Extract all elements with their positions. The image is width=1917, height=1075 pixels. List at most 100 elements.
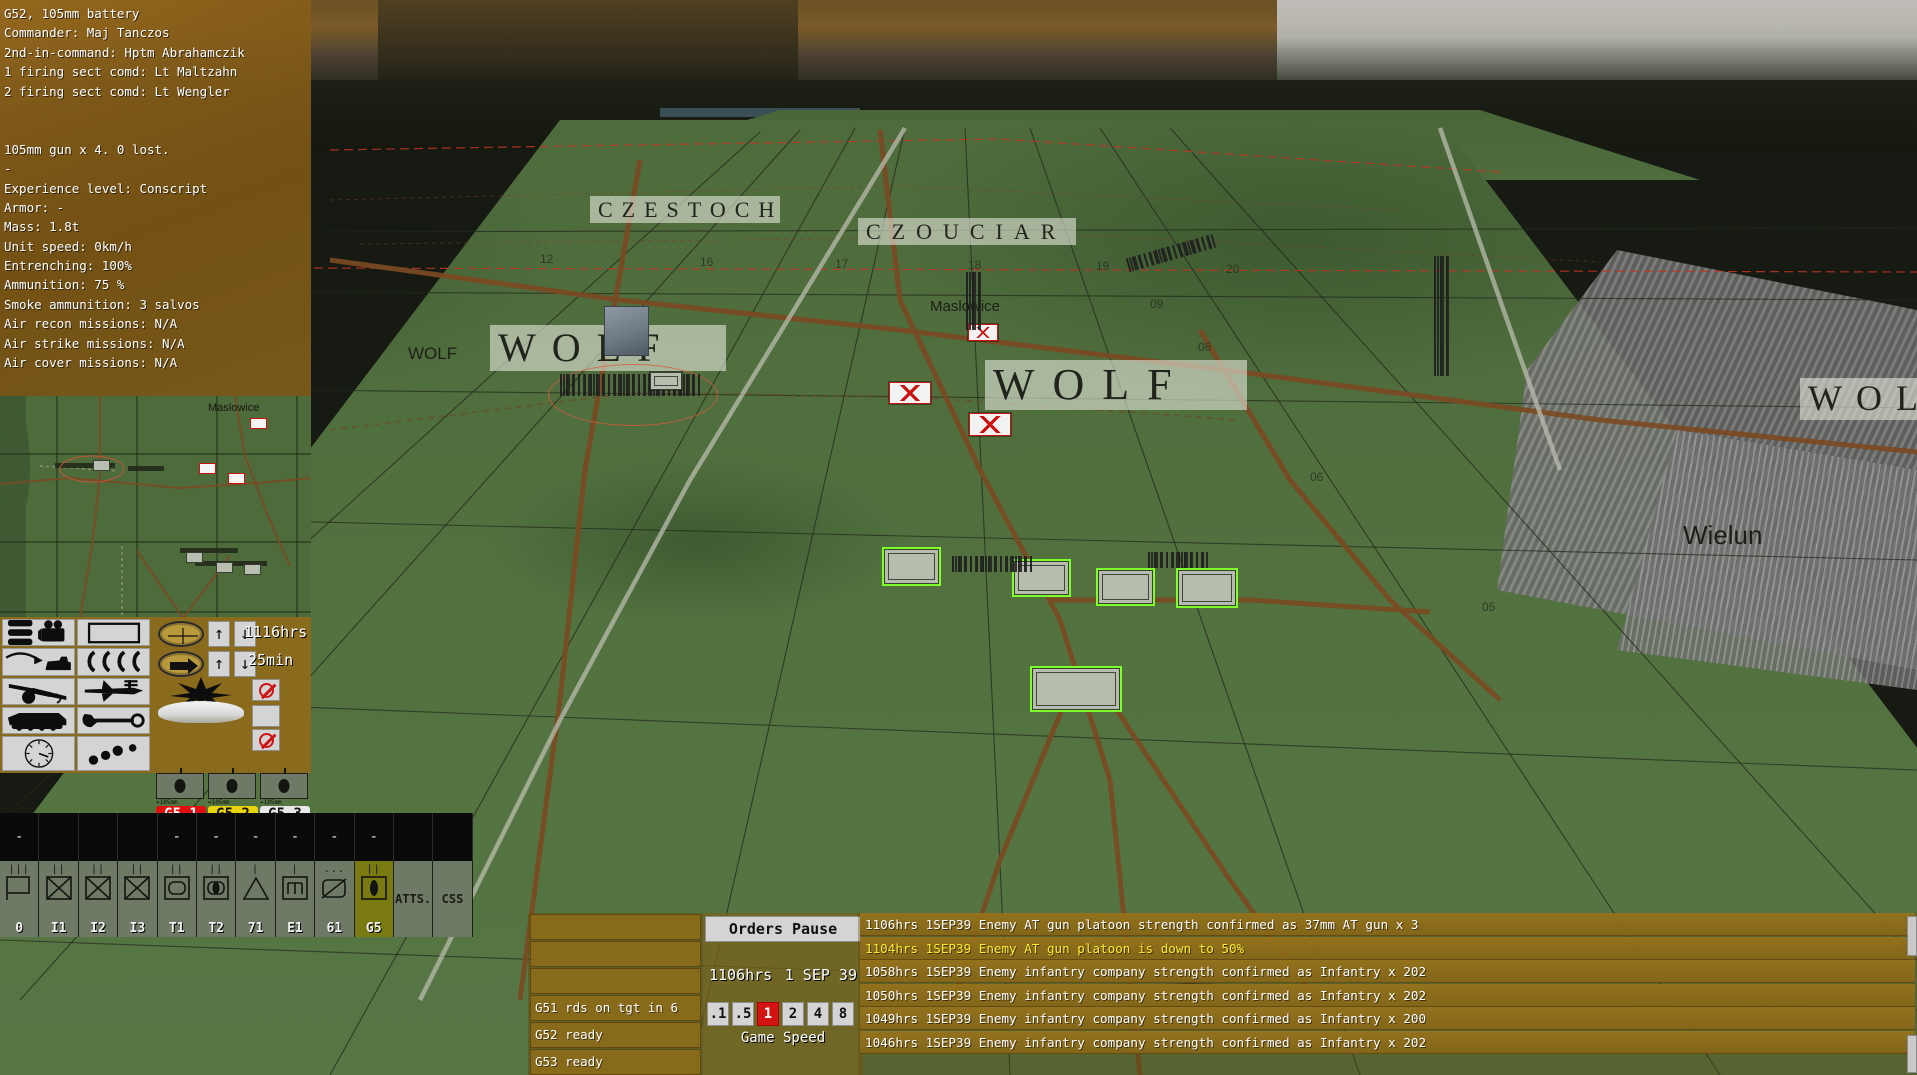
msg-scroll-top[interactable] (1907, 916, 1917, 956)
no-entry-icon-1[interactable] (252, 679, 280, 701)
nato-symbol-icon (85, 876, 111, 900)
subunit-g5-2[interactable]: ❧105mmG5-2 (208, 768, 258, 823)
game-speed-p5[interactable]: .5 (732, 1002, 754, 1026)
map-grid-number: 12 (540, 252, 554, 266)
unit-counter-i1[interactable] (1098, 570, 1153, 604)
echelon-marker: || (169, 864, 184, 875)
minimap-grid (0, 396, 311, 618)
oob-status-cell: - (196, 813, 237, 861)
artillery-symbol-icon (156, 768, 204, 799)
game-screen: CZESTOCHOWA CZOUCIAR WOLF WOLF WOLF Maslowic… (0, 0, 1917, 1075)
no-entry-icon-2[interactable] (252, 729, 280, 751)
oob-unit-t2[interactable]: || T2 (196, 861, 237, 937)
order-status-row[interactable] (530, 941, 701, 967)
order-status-row[interactable] (530, 968, 701, 994)
clock-time: 1116hrs (244, 623, 308, 641)
rotate-dial-icon[interactable] (158, 651, 204, 677)
map-grid-number: 18 (968, 258, 982, 272)
unit-counter-g52[interactable] (650, 372, 682, 390)
minimap-counter-armor-1[interactable] (186, 552, 203, 563)
msg-scroll-bottom[interactable] (1907, 1035, 1917, 1073)
order-status-row[interactable] (530, 914, 701, 940)
unit-info-panel: G52, 105mm battery Commander: Maj Tanczo… (0, 0, 311, 396)
unit-counter-i3[interactable] (1032, 668, 1120, 710)
tilt-dial-icon[interactable] (158, 621, 204, 647)
aircraft-button[interactable] (77, 677, 150, 705)
order-of-battle-panel[interactable]: ------- ||| 0 || I1 || I2 || I3 || T1 || T2 | 71 | E1..… (0, 813, 473, 1075)
order-status-row[interactable]: G53 ready (530, 1049, 701, 1075)
game-speed-p1[interactable]: .1 (707, 1002, 729, 1026)
empty-slot-1[interactable] (252, 705, 280, 727)
scatter-button[interactable] (77, 736, 150, 771)
log-message[interactable]: 1104hrs 1SEP39 Enemy AT gun platoon is d… (860, 936, 1915, 960)
unit-counter-i2[interactable] (1178, 570, 1236, 606)
minimap-counter-own[interactable] (93, 460, 110, 471)
friendly-infantry-line (952, 556, 1034, 572)
halftrack-button[interactable] (2, 706, 75, 734)
oob-unit-g5[interactable]: || G5 (354, 861, 394, 937)
log-message[interactable]: 1058hrs 1SEP39 Enemy infantry company st… (860, 960, 1915, 983)
airplane-icon (84, 679, 143, 702)
minimap[interactable]: Maslowice (0, 396, 311, 618)
zoom-in-button[interactable]: ↑ (208, 651, 230, 677)
oob-unit-71[interactable]: | 71 (236, 861, 276, 937)
subunit-caliber: ❧105mm (260, 799, 282, 806)
subunit-g5-1[interactable]: ❧105mmG5-1 (156, 768, 206, 823)
blockhouse-structure[interactable] (604, 306, 649, 356)
message-log[interactable]: 1106hrs 1SEP39 Enemy AT gun platoon stre… (858, 913, 1917, 1075)
atts-button[interactable]: ATTS. (393, 861, 434, 937)
oob-unit-i1[interactable]: || I1 (39, 861, 79, 937)
tank-move-button[interactable] (2, 648, 75, 676)
time-control-panel[interactable]: Orders Pause 1106hrs 1 SEP 39 .1.5 1 2 4 8 G… (703, 913, 863, 1075)
minimap-counter-armor-2[interactable] (216, 562, 233, 573)
oob-unit-i2[interactable]: || I2 (78, 861, 119, 937)
oob-unit-0[interactable]: ||| 0 (0, 861, 40, 937)
game-speed-8[interactable]: 8 (832, 1002, 854, 1026)
unit-info-line: Mass: 1.8t (4, 219, 80, 235)
map-tool-toolbar[interactable] (0, 617, 152, 773)
log-message[interactable]: 1050hrs 1SEP39 Enemy infantry company st… (860, 983, 1915, 1007)
order-status-row[interactable]: G51 rds on tgt in 6 (530, 995, 701, 1021)
order-status-row[interactable]: G52 ready (530, 1022, 701, 1048)
minimap-counter-enemy-3[interactable] (250, 418, 267, 429)
snow-strip-icon[interactable] (158, 701, 244, 723)
game-speed-1[interactable]: 1 (757, 1002, 779, 1026)
oob-unit-label: G5 (365, 921, 382, 936)
camera-clock-hud[interactable]: ↑ ↓ ↑ ↓ 1116hrs 25min (152, 617, 311, 773)
speed-gauge-button[interactable] (2, 736, 75, 771)
frame-view-button[interactable] (77, 619, 150, 647)
minimap-counter-armor-3[interactable] (244, 564, 261, 575)
enemy-counter-2[interactable] (889, 382, 931, 404)
log-message[interactable]: 1106hrs 1SEP39 Enemy AT gun platoon stre… (860, 913, 1915, 936)
orders-pause-button[interactable]: Orders Pause (705, 916, 861, 942)
log-message[interactable]: 1046hrs 1SEP39 Enemy infantry company st… (860, 1030, 1915, 1054)
oob-unit-t1[interactable]: || T1 (157, 861, 197, 937)
oob-unit-row[interactable]: ||| 0 || I1 || I2 || I3 || T1 || T2 | 71 | E1... 61 || G5 A… (0, 861, 473, 937)
artillery-button[interactable] (2, 677, 75, 705)
game-speed-buttons[interactable]: .1.5 1 2 4 8 (703, 1002, 863, 1026)
minimap-counter-enemy-2[interactable] (228, 473, 245, 484)
game-speed-4[interactable]: 4 (807, 1002, 829, 1026)
subunit-selector[interactable]: ❧105mmG5-1❧105mmG5-2❧105mmG5-3 (156, 768, 311, 823)
unit-info-line (4, 101, 311, 120)
log-message[interactable]: 1049hrs 1SEP39 Enemy infantry company st… (860, 1007, 1915, 1030)
unit-counter-t1[interactable] (884, 549, 939, 584)
map-layers-button[interactable] (2, 619, 75, 647)
orders-status-list[interactable]: G51 rds on tgt in 6 G52 ready G53 ready (528, 913, 703, 1075)
oob-status-cell: - (157, 813, 197, 861)
oob-unit-label: T2 (208, 921, 224, 936)
css-button[interactable]: CSS (433, 861, 473, 937)
game-speed-2[interactable]: 2 (782, 1002, 804, 1026)
oob-unit-i3[interactable]: || I3 (118, 861, 158, 937)
oob-unit-61[interactable]: ... 61 (315, 861, 355, 937)
oob-unit-e1[interactable]: | E1 (275, 861, 316, 937)
unit-info-line: - (4, 161, 12, 177)
subunit-g5-3[interactable]: ❧105mmG5-3 (260, 768, 310, 823)
minimap-counter-enemy-1[interactable] (199, 463, 216, 474)
enemy-counter-3[interactable] (969, 413, 1011, 436)
unit-info-line: Armor: - (4, 199, 65, 215)
pitch-up-button[interactable]: ↑ (208, 621, 230, 647)
entrench-button[interactable] (77, 706, 150, 734)
unit-info-line: Air recon missions: N/A (4, 316, 178, 332)
contour-button[interactable] (77, 648, 150, 676)
